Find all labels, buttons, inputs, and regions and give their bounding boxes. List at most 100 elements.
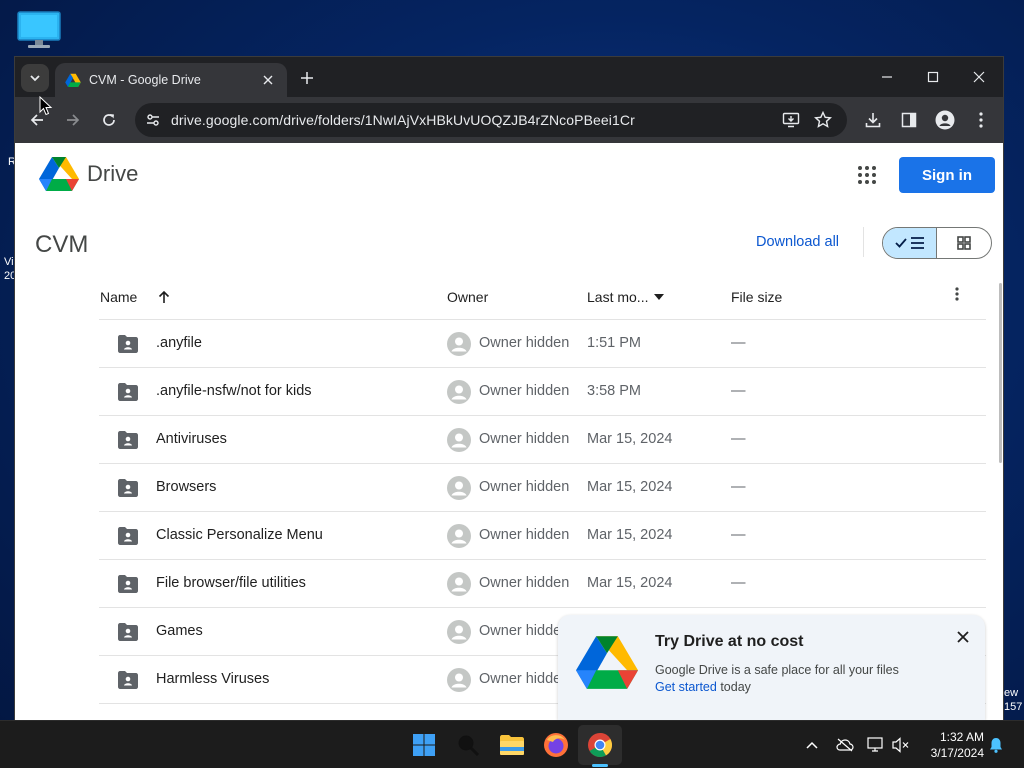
shared-folder-icon [118, 527, 138, 545]
file-name: Harmless Viruses [156, 671, 270, 687]
shared-folder-icon [118, 335, 138, 353]
maximize-button[interactable] [911, 63, 955, 91]
start-button[interactable] [410, 731, 438, 759]
show-hidden-icons-button[interactable] [802, 735, 822, 755]
reload-button[interactable] [95, 106, 123, 134]
browser-toolbar: drive.google.com/drive/folders/1NwIAjVxH… [15, 97, 1003, 143]
owner-avatar-icon [447, 380, 471, 404]
file-owner: Owner hidden [479, 335, 570, 351]
chevron-up-icon [806, 741, 818, 749]
grid-icon [957, 236, 971, 250]
file-list-header: Name Owner Last mo... File size [99, 273, 986, 320]
owner-avatar-icon [447, 524, 471, 548]
table-row[interactable]: Antiviruses Owner hidden Mar 15, 2024 — [99, 416, 986, 464]
scrollbar[interactable] [999, 283, 1002, 463]
column-name[interactable]: Name [100, 289, 171, 305]
bookmark-star-icon[interactable] [813, 110, 833, 130]
file-name: Games [156, 623, 203, 639]
sign-in-button[interactable]: Sign in [899, 157, 995, 193]
arrow-right-icon [67, 114, 80, 126]
install-app-icon[interactable] [781, 110, 801, 130]
chevron-down-icon [30, 75, 40, 82]
cloud-offline-icon [836, 738, 854, 752]
file-modified: 1:51 PM [587, 335, 641, 351]
firefox-button[interactable] [542, 731, 570, 759]
table-row[interactable]: File browser/file utilities Owner hidden… [99, 560, 986, 608]
address-bar[interactable]: drive.google.com/drive/folders/1NwIAjVxH… [135, 103, 847, 137]
owner-avatar-icon [447, 572, 471, 596]
table-row[interactable]: Classic Personalize Menu Owner hidden Ma… [99, 512, 986, 560]
chrome-icon [588, 733, 613, 758]
get-started-link[interactable]: Get started [655, 680, 717, 694]
promo-description: Google Drive is a safe place for all you… [655, 663, 899, 677]
google-apps-icon[interactable] [855, 163, 879, 187]
tab-strip: CVM - Google Drive [15, 57, 1003, 97]
google-drive-icon [65, 73, 81, 87]
column-last-modified[interactable]: Last mo... [587, 289, 665, 305]
table-row[interactable]: .anyfile-nsfw/not for kids Owner hidden … [99, 368, 986, 416]
tab-close-button[interactable] [259, 71, 277, 89]
file-name: .anyfile [156, 335, 202, 351]
promo-cta-suffix: today [716, 680, 751, 694]
file-owner: Owner hidde [479, 671, 562, 687]
promo-close-button[interactable] [953, 627, 973, 647]
tab-search-button[interactable] [21, 64, 49, 92]
promo-title: Try Drive at no cost [655, 633, 804, 650]
desktop-text-fragment: Vi [4, 256, 14, 268]
drive-brand-name: Drive [87, 161, 139, 186]
folder-icon [500, 735, 524, 755]
system-clock[interactable]: 1:32 AM 3/17/2024 [920, 729, 984, 761]
download-all-button[interactable]: Download all [756, 234, 839, 250]
mouse-cursor-icon [39, 96, 53, 116]
search-button[interactable] [454, 731, 482, 759]
new-tab-button[interactable] [295, 66, 319, 90]
this-pc-desktop-icon[interactable] [16, 10, 62, 50]
shared-folder-icon [118, 575, 138, 593]
close-window-button[interactable] [957, 63, 1001, 91]
table-row[interactable]: Browsers Owner hidden Mar 15, 2024 — [99, 464, 986, 512]
maximize-icon [927, 71, 939, 83]
chrome-menu-button[interactable] [967, 106, 995, 134]
column-options-button[interactable] [955, 287, 959, 301]
file-size: — [731, 335, 746, 351]
owner-avatar-icon [447, 668, 471, 692]
column-file-size[interactable]: File size [731, 289, 782, 305]
column-name-label: Name [100, 289, 138, 305]
file-explorer-button[interactable] [498, 731, 526, 759]
table-row[interactable]: .anyfile Owner hidden 1:51 PM — [99, 320, 986, 368]
forward-button[interactable] [59, 106, 87, 134]
file-size: — [731, 383, 746, 399]
notifications-button[interactable] [986, 735, 1006, 755]
desktop-text-fragment: 157 [1004, 701, 1023, 713]
profile-button[interactable] [931, 106, 959, 134]
file-owner: Owner hidden [479, 479, 570, 495]
file-owner: Owner hidden [479, 383, 570, 399]
shared-folder-icon [118, 671, 138, 689]
network-tray-button[interactable] [866, 735, 886, 755]
column-file-size-label: File size [731, 289, 783, 305]
column-owner[interactable]: Owner [447, 289, 488, 305]
file-name: File browser/file utilities [156, 575, 306, 591]
file-size: — [731, 431, 746, 447]
reload-icon [103, 114, 115, 126]
file-modified: Mar 15, 2024 [587, 575, 673, 591]
column-last-modified-label: Last mo... [587, 289, 649, 305]
file-name: Classic Personalize Menu [156, 527, 323, 543]
close-icon [957, 631, 969, 643]
onedrive-tray-button[interactable] [835, 735, 855, 755]
chrome-button[interactable] [586, 731, 614, 759]
google-drive-logo-icon[interactable] [39, 155, 79, 191]
desktop-text-fragment: ew [1004, 687, 1019, 699]
site-info-icon[interactable] [143, 110, 163, 130]
side-panel-button[interactable] [895, 106, 923, 134]
downloads-button[interactable] [859, 106, 887, 134]
side-panel-icon [901, 112, 917, 128]
list-view-button[interactable] [883, 228, 938, 258]
file-owner: Owner hidden [479, 527, 570, 543]
check-list-icon [894, 237, 924, 249]
minimize-button[interactable] [865, 63, 909, 91]
grid-view-button[interactable] [937, 228, 991, 258]
file-name: Antiviruses [156, 431, 227, 447]
volume-tray-button[interactable] [891, 735, 911, 755]
tab-drive[interactable]: CVM - Google Drive [55, 63, 287, 97]
